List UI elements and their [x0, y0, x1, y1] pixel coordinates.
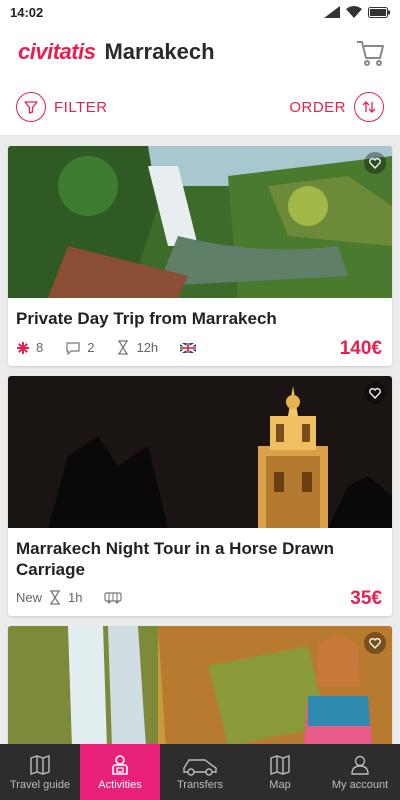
brand-logo[interactable]: civitatis: [18, 39, 96, 65]
activity-meta: 8 2 12h: [8, 340, 204, 355]
rating-value: 8: [36, 340, 44, 355]
tab-label: My account: [331, 778, 389, 791]
comments-count: 2: [87, 340, 95, 355]
favorite-heart-icon[interactable]: [364, 152, 386, 174]
battery-icon: [368, 6, 390, 18]
cart-icon[interactable]: [354, 36, 386, 68]
activity-card[interactable]: Marrakech Night Tour in a Horse Drawn Ca…: [8, 376, 392, 616]
filter-label: FILTER: [54, 98, 108, 116]
sort-icon: [354, 92, 384, 122]
activity-card[interactable]: Private Day Trip from Marrakech 8 2 12h …: [8, 146, 392, 366]
wifi-icon: [346, 6, 362, 18]
activity-image[interactable]: [8, 376, 392, 528]
koutoubia-night-photo: [8, 376, 392, 528]
filter-bar: FILTER ORDER: [0, 80, 400, 136]
tab-label: Travel guide: [9, 778, 71, 791]
uk-flag-icon: [180, 342, 197, 353]
activity-image[interactable]: [8, 146, 392, 298]
favorite-heart-icon[interactable]: [364, 632, 386, 654]
duration: 1h: [68, 590, 83, 605]
user-icon: [351, 755, 369, 775]
hourglass-icon: [50, 590, 61, 605]
tab-travel-guide[interactable]: Travel guide: [0, 744, 80, 800]
activity-price: 35€: [350, 588, 382, 609]
duration: 12h: [136, 340, 159, 355]
hourglass-icon: [118, 340, 129, 355]
map-book-icon: [30, 754, 50, 775]
bottom-tab-bar: Travel guide Activities Transfers Map My…: [0, 744, 400, 800]
signal-icon: [324, 6, 340, 18]
tab-label: Map: [269, 778, 291, 791]
map-icon: [270, 754, 290, 775]
activity-price: 140€: [339, 338, 382, 359]
filter-icon: [16, 92, 46, 122]
tab-label: Transfers: [176, 778, 224, 791]
car-icon: [183, 758, 217, 776]
app-header: civitatis Marrakech: [0, 24, 400, 80]
tab-my-account[interactable]: My account: [320, 744, 400, 800]
order-button[interactable]: ORDER: [289, 92, 384, 122]
activity-title[interactable]: Marrakech Night Tour in a Horse Drawn Ca…: [8, 528, 392, 580]
activity-title[interactable]: Private Day Trip from Marrakech: [8, 298, 392, 329]
order-label: ORDER: [289, 98, 346, 116]
rating-star-icon: [17, 341, 29, 354]
activity-meta: New 1h: [8, 590, 130, 605]
filter-button[interactable]: FILTER: [16, 92, 108, 122]
activities-icon: [112, 754, 128, 775]
new-badge: New: [16, 590, 43, 605]
waterfall-photo: [8, 146, 392, 298]
tab-label: Activities: [98, 778, 142, 791]
status-time: 14:02: [10, 4, 44, 20]
comment-icon: [66, 341, 80, 355]
tab-activities[interactable]: Activities: [80, 744, 160, 800]
tab-map[interactable]: Map: [240, 744, 320, 800]
tab-transfers[interactable]: Transfers: [160, 744, 240, 800]
bus-icon: [104, 591, 123, 603]
status-icons: [324, 6, 390, 18]
status-bar: 14:02: [0, 0, 400, 24]
favorite-heart-icon[interactable]: [364, 382, 386, 404]
page-title: Marrakech: [104, 39, 215, 64]
